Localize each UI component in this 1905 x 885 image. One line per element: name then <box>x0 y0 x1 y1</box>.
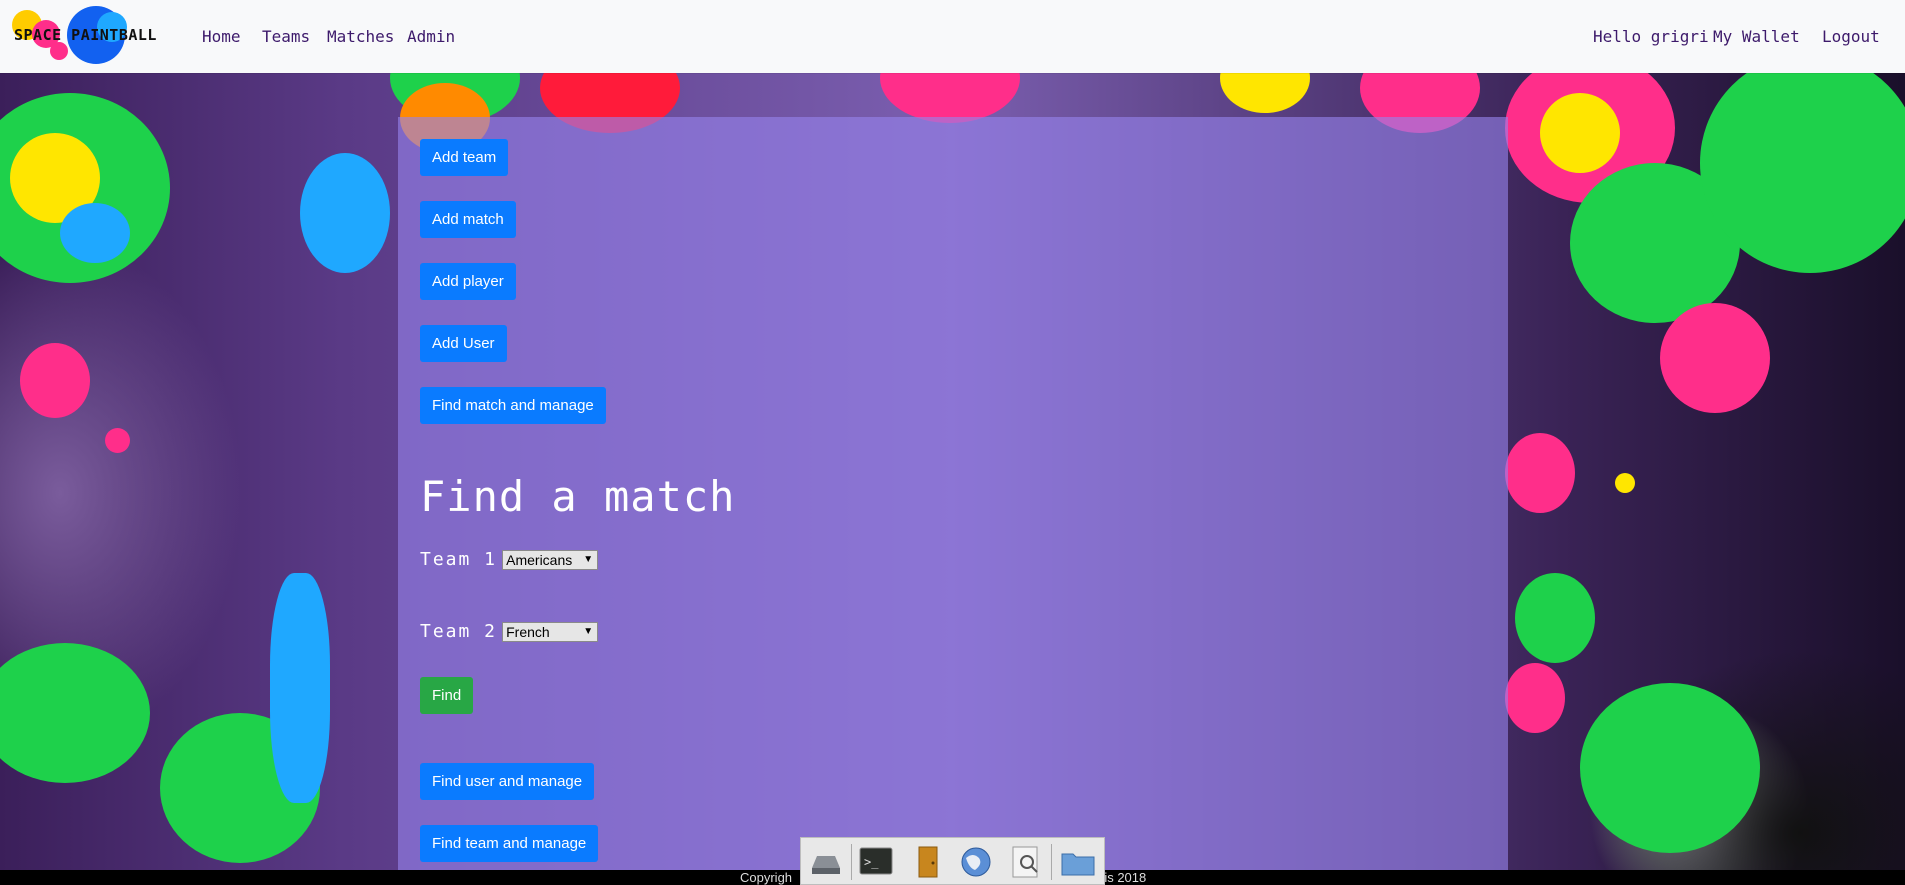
brand-logo-text: SPACE PAINTBALL <box>14 26 157 44</box>
team1-select[interactable]: Americans ▼ <box>502 549 599 570</box>
search-icon[interactable] <box>1007 844 1045 880</box>
folder-icon[interactable] <box>1059 844 1097 880</box>
team1-label: Team 1 <box>420 549 498 570</box>
nav-admin-link[interactable]: Admin <box>407 27 455 46</box>
terminal-icon[interactable]: >_ <box>857 844 895 880</box>
find-button[interactable]: Find <box>420 677 474 714</box>
add-user-button[interactable]: Add User <box>420 325 507 362</box>
svg-text:>_: >_ <box>864 855 879 869</box>
team2-row: Team 2 French ▼ <box>420 621 599 645</box>
team2-select-value: French <box>506 623 550 640</box>
find-match-heading: Find a match <box>420 472 736 521</box>
team2-select[interactable]: French ▼ <box>502 621 599 642</box>
web-browser-icon[interactable] <box>957 844 995 880</box>
drive-icon[interactable] <box>807 844 845 880</box>
chevron-down-icon: ▼ <box>583 625 594 637</box>
nav-logout-link[interactable]: Logout <box>1822 27 1880 46</box>
nav-user-greeting-link[interactable]: Hello grigri <box>1593 27 1709 46</box>
add-match-button[interactable]: Add match <box>420 201 516 238</box>
add-team-button[interactable]: Add team <box>420 139 509 176</box>
nav-wallet-link[interactable]: My Wallet <box>1713 27 1800 46</box>
file-manager-icon[interactable] <box>909 844 947 880</box>
chevron-down-icon: ▼ <box>583 553 594 565</box>
nav-matches-link[interactable]: Matches <box>327 27 394 46</box>
add-player-button[interactable]: Add player <box>420 263 516 300</box>
desktop-taskbar: >_ <box>800 837 1105 885</box>
team2-label: Team 2 <box>420 621 498 642</box>
top-navbar: SPACE PAINTBALL Home Teams Matches Admin… <box>0 0 1905 73</box>
find-team-manage-button[interactable]: Find team and manage <box>420 825 599 862</box>
team1-select-value: Americans <box>506 551 573 568</box>
footer-copyright-right: ris 2018 <box>1100 870 1147 885</box>
brand-logo[interactable]: SPACE PAINTBALL <box>12 6 172 66</box>
find-match-manage-button[interactable]: Find match and manage <box>420 387 606 424</box>
nav-home-link[interactable]: Home <box>202 27 241 46</box>
team1-row: Team 1 Americans ▼ <box>420 549 599 573</box>
find-user-manage-button[interactable]: Find user and manage <box>420 763 595 800</box>
footer-copyright-left: Copyrigh <box>740 870 793 885</box>
nav-teams-link[interactable]: Teams <box>262 27 310 46</box>
admin-panel: Add team Add match Add player Add User F… <box>398 117 1508 870</box>
